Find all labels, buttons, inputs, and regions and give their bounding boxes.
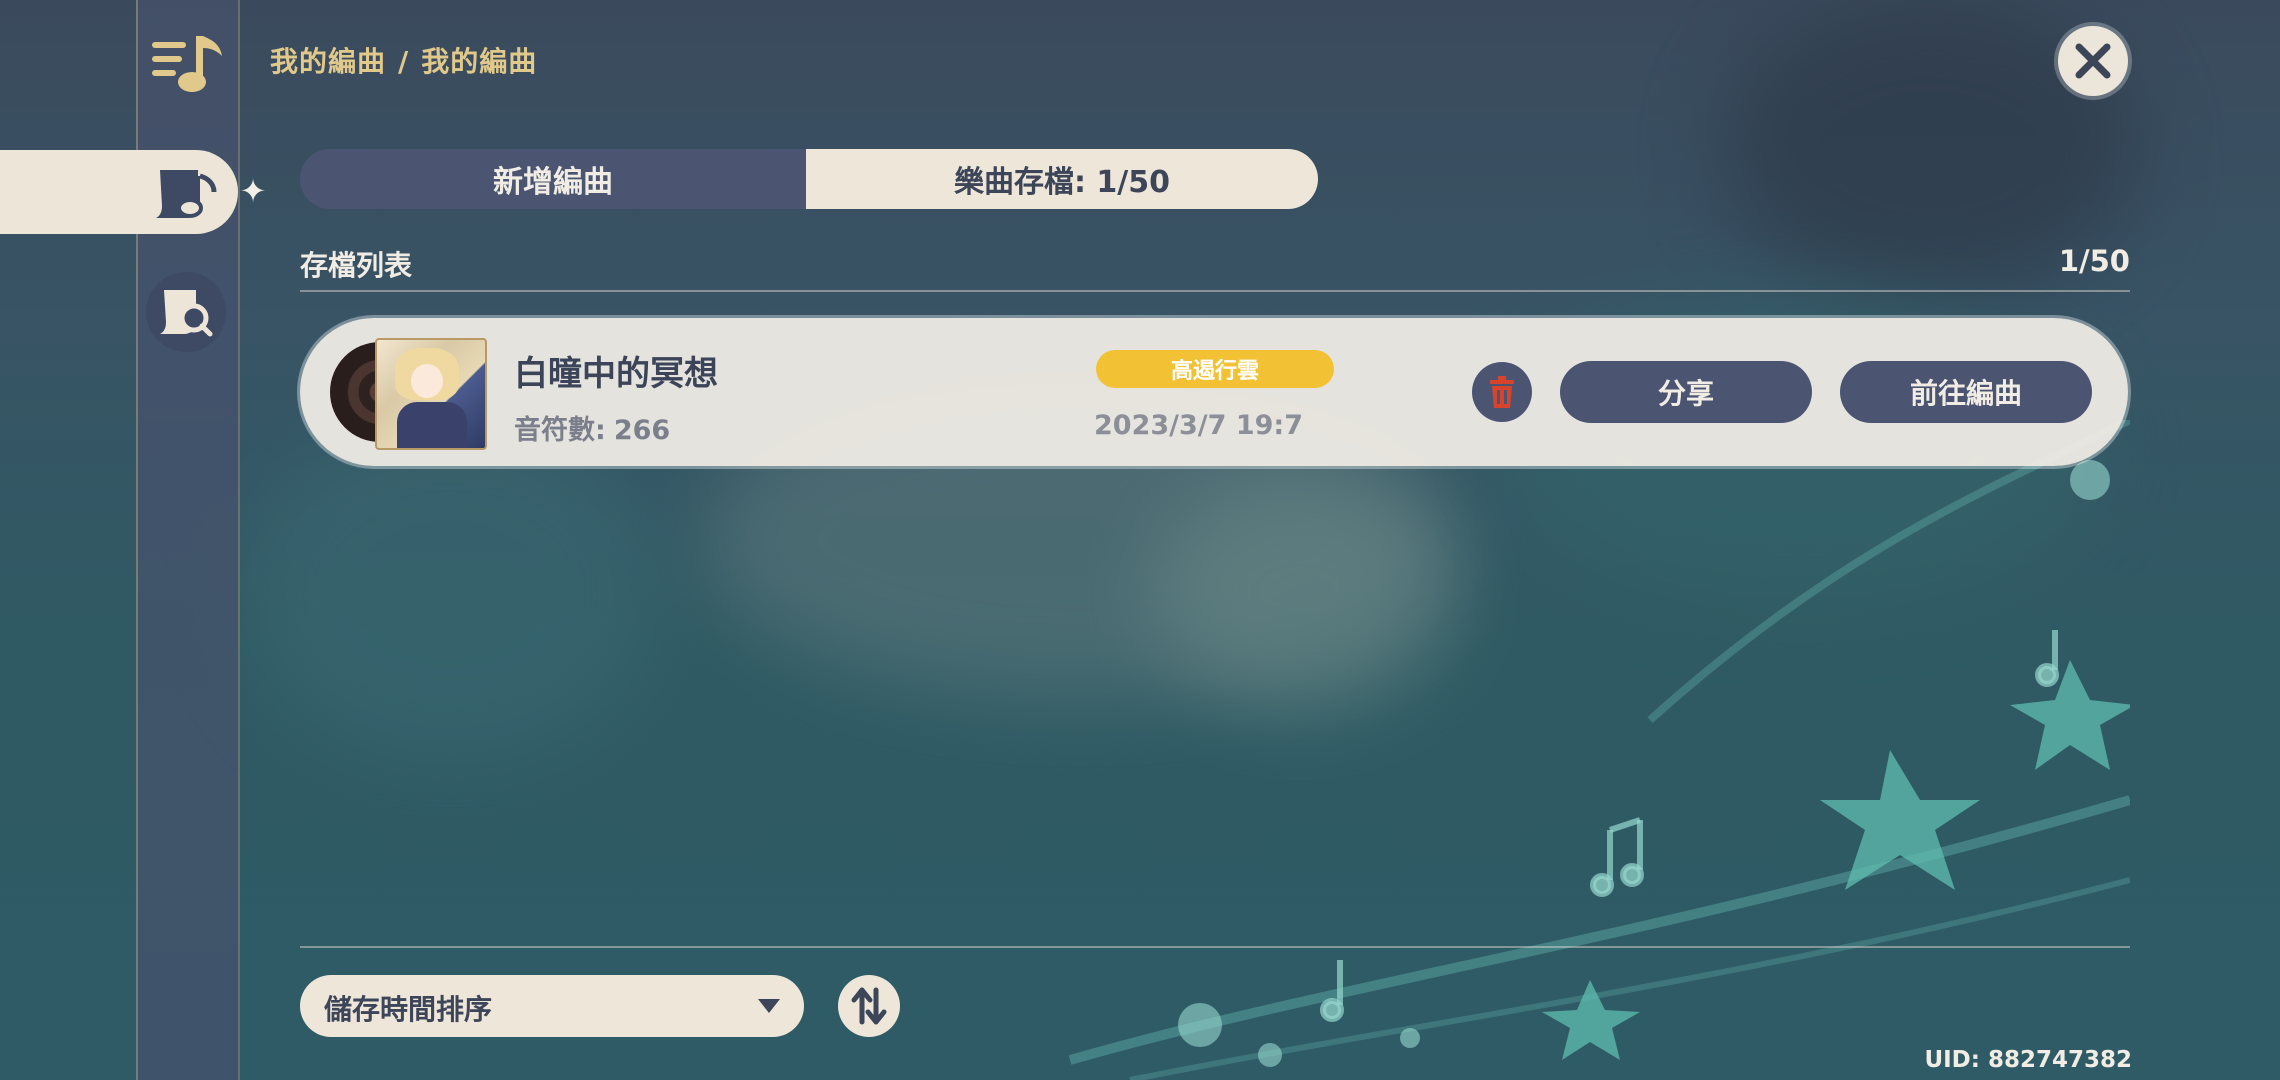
decorative-flowers [1068, 420, 2130, 1080]
note-count: 音符數: 266 [514, 408, 670, 447]
delete-button[interactable] [1472, 362, 1532, 422]
score-search-icon [160, 290, 213, 337]
tab-saved-scores[interactable]: 樂曲存檔: 1/50 [806, 149, 1318, 209]
breadcrumb-separator: / [398, 45, 410, 78]
breadcrumb: 我的編曲 / 我的編曲 [270, 40, 537, 80]
rating-badge: 高遏行雲 [1096, 350, 1334, 388]
tab-new-score[interactable]: 新增編曲 [300, 149, 806, 209]
list-count: 1/50 [2058, 244, 2130, 278]
score-active-icon [156, 170, 217, 218]
music-list-icon[interactable] [150, 28, 228, 98]
chevron-down-icon [758, 999, 780, 1013]
list-item[interactable]: 白曈中的冥想 音符數: 266 高遏行雲 2023/3/7 19:7 分享 前往編… [300, 318, 2128, 466]
breadcrumb-part-1: 我的編曲 [270, 45, 387, 78]
breadcrumb-part-2: 我的編曲 [421, 45, 538, 78]
list-title: 存檔列表 [300, 249, 413, 282]
note-count-value: 266 [613, 415, 671, 446]
sort-order-button[interactable] [838, 975, 900, 1037]
trash-icon [1490, 376, 1514, 408]
sparkle-icon: ✦ [239, 172, 267, 210]
note-count-label: 音符數: [514, 415, 606, 446]
user-id: UID: 882747382 [1924, 1047, 2132, 1073]
sort-selected-label: 儲存時間排序 [324, 993, 493, 1026]
close-icon [2075, 43, 2111, 79]
tab-bar: 新增編曲 樂曲存檔: 1/50 [300, 149, 1318, 209]
song-name: 白曈中的冥想 [514, 354, 718, 394]
cover-image [375, 338, 487, 450]
edit-score-button[interactable]: 前往編曲 [1840, 361, 2092, 423]
divider-top [300, 290, 2130, 292]
sort-order-icon [851, 987, 887, 1025]
close-button[interactable] [2058, 26, 2128, 96]
divider-bottom [300, 946, 2130, 948]
sidebar-item-saved-scores[interactable] [0, 150, 238, 234]
sort-dropdown[interactable]: 儲存時間排序 [300, 975, 804, 1037]
sidebar-item-browse-scores[interactable] [146, 272, 226, 352]
share-button[interactable]: 分享 [1560, 361, 1812, 423]
save-date: 2023/3/7 19:7 [1094, 410, 1303, 441]
